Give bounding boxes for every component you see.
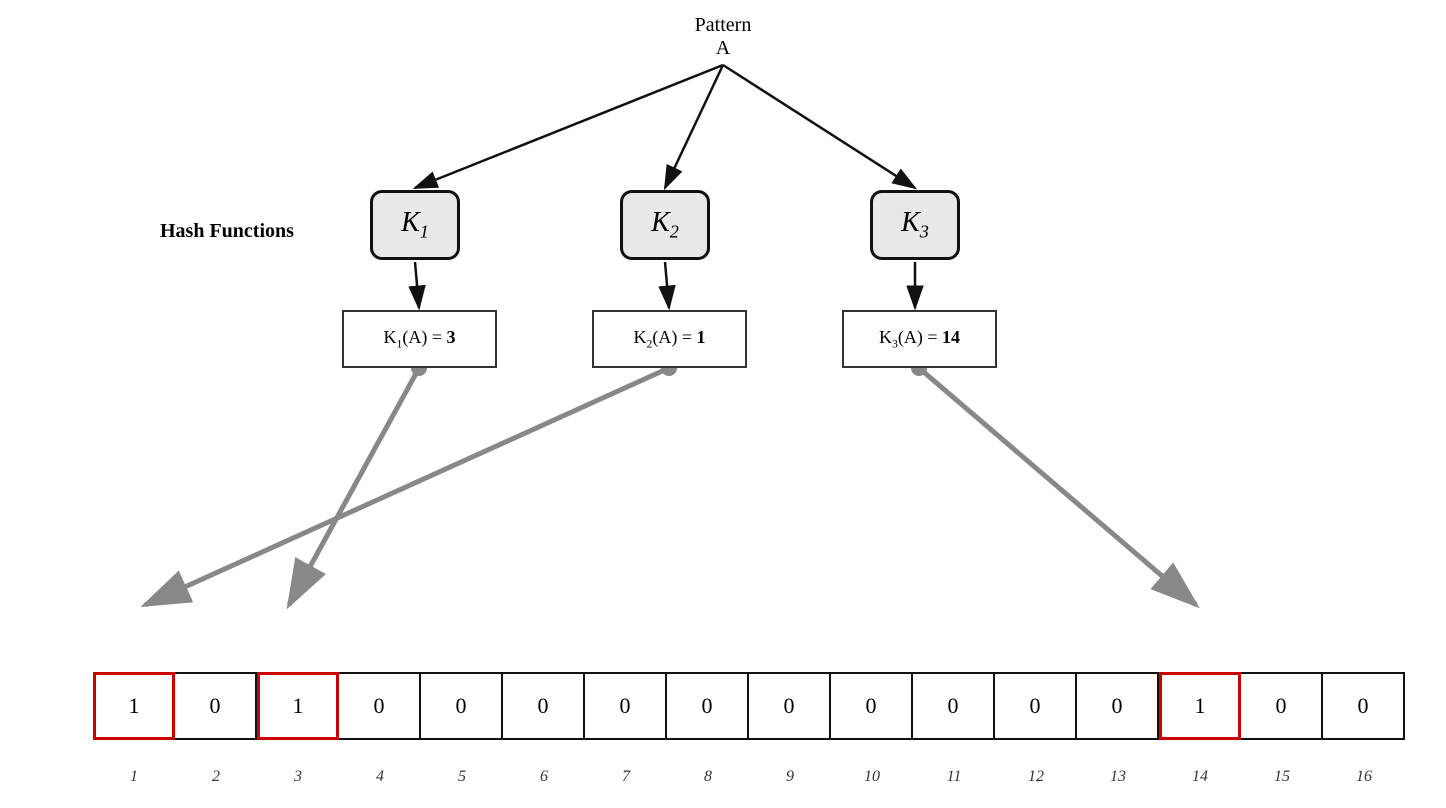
pattern-value: A <box>695 37 752 60</box>
bit-cell-4: 0 <box>339 672 421 740</box>
k1-box: K1 <box>370 190 460 260</box>
bit-cell-9: 0 <box>749 672 831 740</box>
bit-cell-10: 0 <box>831 672 913 740</box>
bloom-filter-diagram: Pattern A Hash Functions K1 K2 K3 K1(A) … <box>0 0 1446 808</box>
index-6: 6 <box>503 768 585 786</box>
bit-cell-15: 0 <box>1241 672 1323 740</box>
index-15: 15 <box>1241 768 1323 786</box>
bit-cell-2: 0 <box>175 672 257 740</box>
bit-cell-14: 1 <box>1159 672 1241 740</box>
hash-functions-text: Hash Functions <box>160 220 294 242</box>
bit-cell-3: 1 <box>257 672 339 740</box>
index-2: 2 <box>175 768 257 786</box>
bit-cell-13: 0 <box>1077 672 1159 740</box>
bit-array: 1 0 1 0 0 0 0 0 0 0 0 0 0 1 0 0 <box>93 672 1405 740</box>
result-box-k3: K3(A) = 14 <box>842 310 997 368</box>
bit-cell-16: 0 <box>1323 672 1405 740</box>
k2-label: K2 <box>651 207 679 243</box>
bit-cell-7: 0 <box>585 672 667 740</box>
index-7: 7 <box>585 768 667 786</box>
k3-label: K3 <box>901 207 929 243</box>
index-13: 13 <box>1077 768 1159 786</box>
index-16: 16 <box>1323 768 1405 786</box>
bit-cell-5: 0 <box>421 672 503 740</box>
bit-cell-12: 0 <box>995 672 1077 740</box>
result-box-k1: K1(A) = 3 <box>342 310 497 368</box>
index-5: 5 <box>421 768 503 786</box>
result-k3-text: K3(A) = 14 <box>879 327 960 351</box>
hash-functions-label: Hash Functions <box>160 220 294 243</box>
pattern-text: Pattern <box>695 14 752 37</box>
bit-cell-8: 0 <box>667 672 749 740</box>
k3-box: K3 <box>870 190 960 260</box>
bit-cell-6: 0 <box>503 672 585 740</box>
bit-cell-11: 0 <box>913 672 995 740</box>
index-3: 3 <box>257 768 339 786</box>
pattern-label: Pattern A <box>695 14 752 60</box>
k1-label: K1 <box>401 207 429 243</box>
index-11: 11 <box>913 768 995 786</box>
index-9: 9 <box>749 768 831 786</box>
result-k1-text: K1(A) = 3 <box>384 327 456 351</box>
k2-box: K2 <box>620 190 710 260</box>
index-row: 1 2 3 4 5 6 7 8 9 10 11 12 13 14 15 16 <box>93 768 1405 786</box>
result-box-k2: K2(A) = 1 <box>592 310 747 368</box>
result-k2-text: K2(A) = 1 <box>634 327 706 351</box>
index-1: 1 <box>93 768 175 786</box>
index-10: 10 <box>831 768 913 786</box>
index-14: 14 <box>1159 768 1241 786</box>
index-4: 4 <box>339 768 421 786</box>
bit-cell-1: 1 <box>93 672 175 740</box>
index-8: 8 <box>667 768 749 786</box>
index-12: 12 <box>995 768 1077 786</box>
